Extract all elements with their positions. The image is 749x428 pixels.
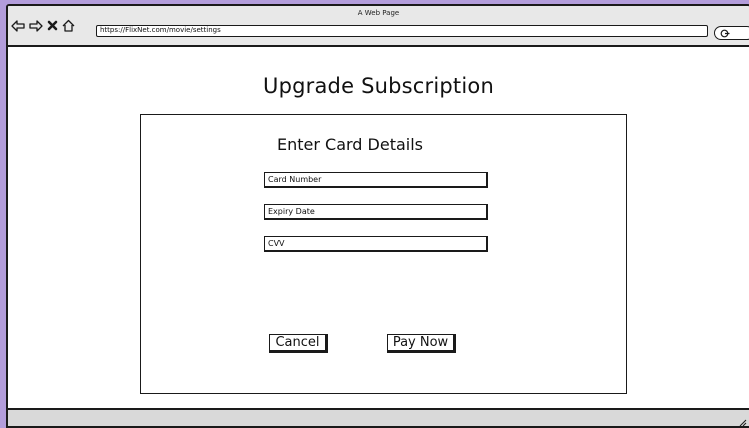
page-title: Upgrade Subscription bbox=[263, 74, 494, 98]
browser-toolbar: A Web Page https://FlixNet.com/movie/set… bbox=[8, 6, 749, 47]
browser-window: A Web Page https://FlixNet.com/movie/set… bbox=[6, 4, 749, 428]
close-icon[interactable] bbox=[47, 20, 58, 31]
card-number-field[interactable]: Card Number bbox=[264, 172, 488, 188]
cancel-button[interactable]: Cancel bbox=[269, 334, 328, 353]
card-details-heading: Enter Card Details bbox=[277, 135, 424, 154]
expiry-date-field[interactable]: Expiry Date bbox=[264, 204, 488, 220]
pay-now-button[interactable]: Pay Now bbox=[387, 334, 456, 353]
search-box[interactable] bbox=[714, 26, 749, 40]
nav-controls bbox=[11, 19, 75, 32]
url-bar[interactable]: https://FlixNet.com/movie/settings bbox=[96, 25, 708, 37]
status-bar bbox=[8, 408, 749, 426]
back-arrow-icon[interactable] bbox=[11, 19, 25, 32]
window-title: A Web Page bbox=[357, 9, 400, 17]
forward-arrow-icon[interactable] bbox=[29, 19, 43, 32]
card-details-panel: Enter Card Details Card Number Expiry Da… bbox=[140, 114, 627, 394]
home-icon[interactable] bbox=[62, 19, 75, 32]
resize-handle-icon[interactable] bbox=[739, 412, 747, 426]
cvv-field[interactable]: CVV bbox=[264, 236, 488, 252]
